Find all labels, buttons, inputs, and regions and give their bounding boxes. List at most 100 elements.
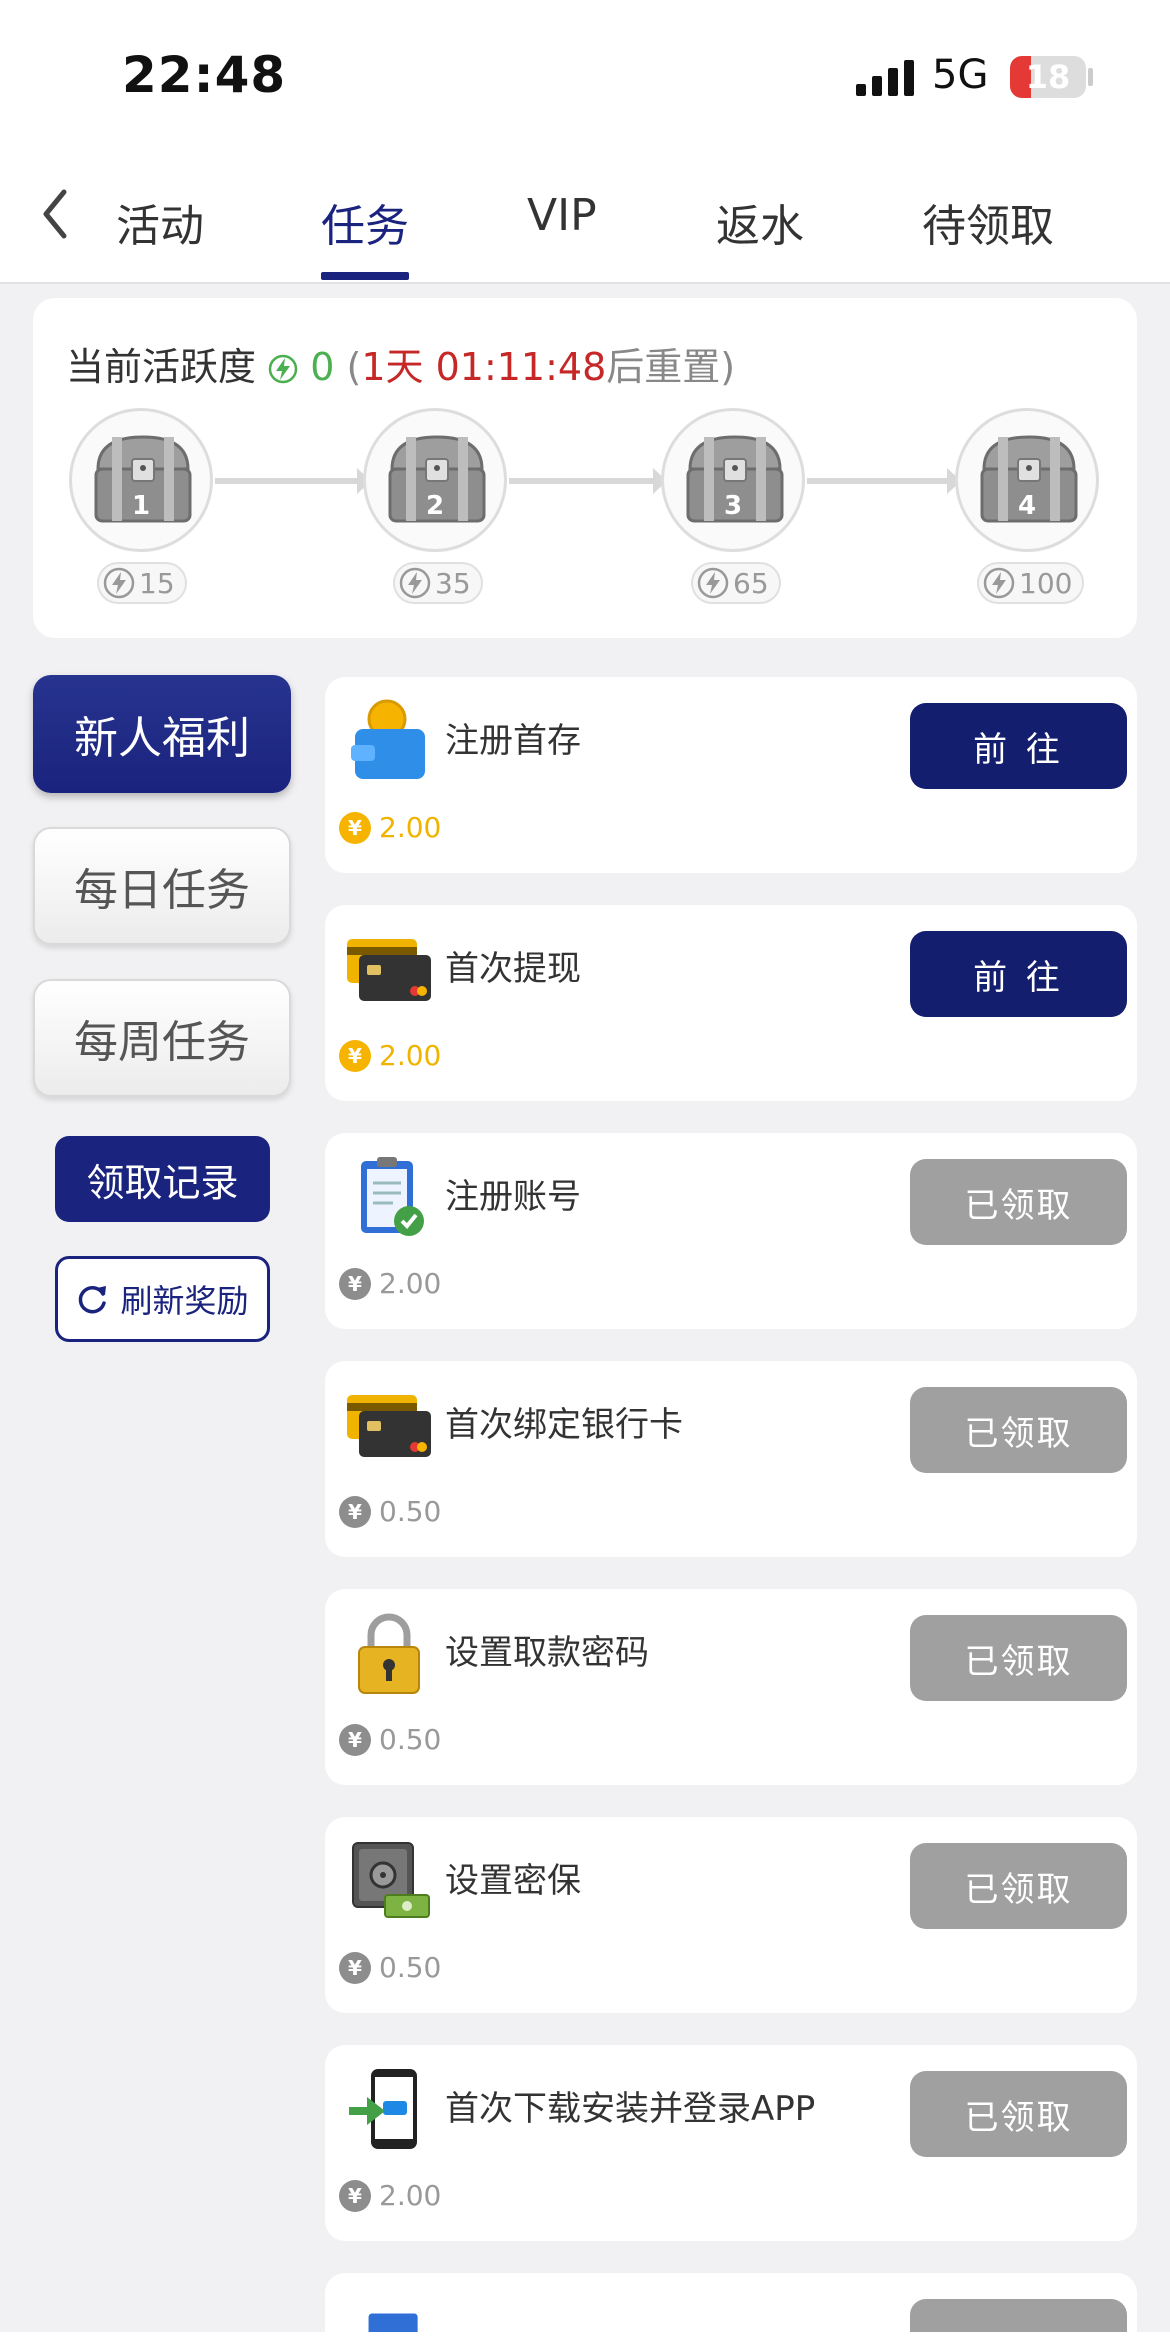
coin-icon: ¥ <box>339 1267 371 1300</box>
claim-record-button[interactable]: 领取记录 <box>55 1136 270 1222</box>
energy-bolt-icon <box>103 567 135 599</box>
progress-arrow <box>509 468 667 494</box>
tab-tasks[interactable]: 任务 <box>321 190 409 254</box>
status-time: 22:48 <box>122 46 287 104</box>
task-card-download-app: 首次下载安装并登录APP ¥ 2.00 已领取 <box>325 2045 1137 2241</box>
task-claimed-button[interactable]: 已领取 <box>910 1843 1127 1929</box>
task-go-button[interactable]: 前 往 <box>910 931 1127 1017</box>
reset-days: 1天 <box>361 345 424 389</box>
menu-weekly-tasks[interactable]: 每周任务 <box>33 979 291 1097</box>
phone-login-icon <box>349 2069 417 2149</box>
wallet-coin-icon <box>351 699 425 779</box>
progress-arrow <box>215 468 371 494</box>
task-name: 首次绑定银行卡 <box>445 1405 683 1445</box>
refresh-reward-button[interactable]: 刷新奖励 <box>55 1256 270 1342</box>
refresh-label: 刷新奖励 <box>120 1282 249 1320</box>
bank-card-icon <box>347 1395 431 1457</box>
task-reward-amount: 2.00 <box>379 1039 442 1072</box>
task-claimed-button[interactable]: 已领取 <box>910 1615 1127 1701</box>
treasure-chest-2[interactable]: 2 <box>363 408 507 552</box>
chest-requirement: 15 <box>97 562 187 604</box>
task-claimed-button[interactable]: 已领取 <box>910 1387 1127 1473</box>
task-reward-amount: 0.50 <box>379 1495 442 1528</box>
progress-arrow <box>807 468 961 494</box>
task-reward: ¥ 2.00 <box>339 1267 441 1300</box>
tab-vip[interactable]: VIP <box>527 190 597 241</box>
task-reward: ¥ 0.50 <box>339 1495 441 1528</box>
chest-requirement: 100 <box>977 562 1085 604</box>
menu-newcomer-benefits[interactable]: 新人福利 <box>33 675 291 793</box>
battery-tip <box>1088 68 1093 86</box>
chest-number: 1 <box>131 491 151 521</box>
bank-card-icon <box>347 939 431 1001</box>
coin-icon: ¥ <box>339 1951 371 1984</box>
safe-box-icon <box>352 1842 430 1918</box>
active-tab-indicator <box>321 272 409 280</box>
chest-requirement-value: 65 <box>733 566 769 600</box>
tab-rebate[interactable]: 返水 <box>716 190 804 254</box>
chest-number: 3 <box>723 491 743 521</box>
treasure-chest-3[interactable]: 3 <box>661 408 805 552</box>
tab-pending[interactable]: 待领取 <box>922 190 1054 254</box>
signal-icon <box>856 60 914 96</box>
energy-bolt-icon <box>399 567 431 599</box>
padlock-icon <box>358 1613 420 1694</box>
chest-requirement-value: 100 <box>1019 566 1073 600</box>
chest-requirement-value: 35 <box>435 566 471 600</box>
coin-icon: ¥ <box>339 811 371 844</box>
network-label: 5G <box>932 52 989 98</box>
menu-daily-tasks[interactable]: 每日任务 <box>33 827 291 945</box>
task-reward: ¥ 0.50 <box>339 1951 441 1984</box>
battery-icon: 18 <box>1010 56 1086 98</box>
status-bar: 22:48 5G 18 <box>0 0 1170 160</box>
energy-bolt-icon <box>268 354 298 384</box>
coin-icon: ¥ <box>339 1495 371 1528</box>
task-reward: ¥ 2.00 <box>339 2179 441 2212</box>
task-card-bind-bank-card: 首次绑定银行卡 ¥ 0.50 已领取 <box>325 1361 1137 1557</box>
task-card-first-withdrawal: 首次提现 ¥ 2.00 前 往 <box>325 905 1137 1101</box>
treasure-chest-4[interactable]: 4 <box>955 408 1099 552</box>
task-reward: ¥ 2.00 <box>339 1039 441 1072</box>
back-chevron-icon[interactable] <box>36 184 76 244</box>
activity-value: 0 <box>310 345 335 389</box>
task-card-withdrawal-password: 设置取款密码 ¥ 0.50 已领取 <box>325 1589 1137 1785</box>
battery-level: 18 <box>1025 58 1071 96</box>
chest-requirement-value: 15 <box>139 566 175 600</box>
task-name: 注册账号 <box>445 1177 581 1217</box>
coin-icon: ¥ <box>339 1723 371 1756</box>
activity-title: 当前活跃度 0 (1天 01:11:48后重置) <box>66 345 736 389</box>
reset-suffix: 后重置 <box>606 345 721 389</box>
task-reward: ¥ 2.00 <box>339 811 441 844</box>
chest-requirement: 65 <box>691 562 781 604</box>
task-name: 设置密保 <box>445 1861 581 1901</box>
task-claimed-button[interactable]: 已领取 <box>910 1159 1127 1245</box>
energy-bolt-icon <box>983 567 1015 599</box>
task-card-security-question: 设置密保 ¥ 0.50 已领取 <box>325 1817 1137 2013</box>
task-name: 注册首存 <box>445 721 581 761</box>
task-reward-amount: 2.00 <box>379 811 442 844</box>
task-card-first-deposit: 注册首存 ¥ 2.00 前 往 <box>325 677 1137 873</box>
task-reward: ¥ 0.50 <box>339 1723 441 1756</box>
activity-card: 当前活跃度 0 (1天 01:11:48后重置) 1 2 3 4 15 35 6… <box>33 298 1137 638</box>
task-reward-amount: 2.00 <box>379 1267 442 1300</box>
task-name: 设置取款密码 <box>445 1633 649 1673</box>
task-name: 首次提现 <box>445 949 581 989</box>
energy-bolt-icon <box>697 567 729 599</box>
activity-label: 当前活跃度 <box>66 345 257 389</box>
chest-requirement: 35 <box>393 562 483 604</box>
task-name: 首次下载安装并登录APP <box>445 2089 816 2129</box>
top-tab-bar: 活动 任务 VIP 返水 待领取 <box>0 160 1170 284</box>
treasure-chest-1[interactable]: 1 <box>69 408 213 552</box>
coin-icon: ¥ <box>339 2179 371 2212</box>
task-go-button[interactable]: 前 往 <box>910 703 1127 789</box>
coin-icon: ¥ <box>339 1039 371 1072</box>
task-reward-amount: 0.50 <box>379 1723 442 1756</box>
task-card-register-account: 注册账号 ¥ 2.00 已领取 <box>325 1133 1137 1329</box>
task-claimed-button[interactable]: 已领取 <box>910 2071 1127 2157</box>
chest-number: 4 <box>1017 491 1037 521</box>
home-indicator-area <box>0 2332 1170 2347</box>
clipboard-check-icon <box>361 1157 424 1236</box>
task-reward-amount: 0.50 <box>379 1951 442 1984</box>
tab-activity[interactable]: 活动 <box>116 190 204 254</box>
chest-number: 2 <box>425 491 445 521</box>
